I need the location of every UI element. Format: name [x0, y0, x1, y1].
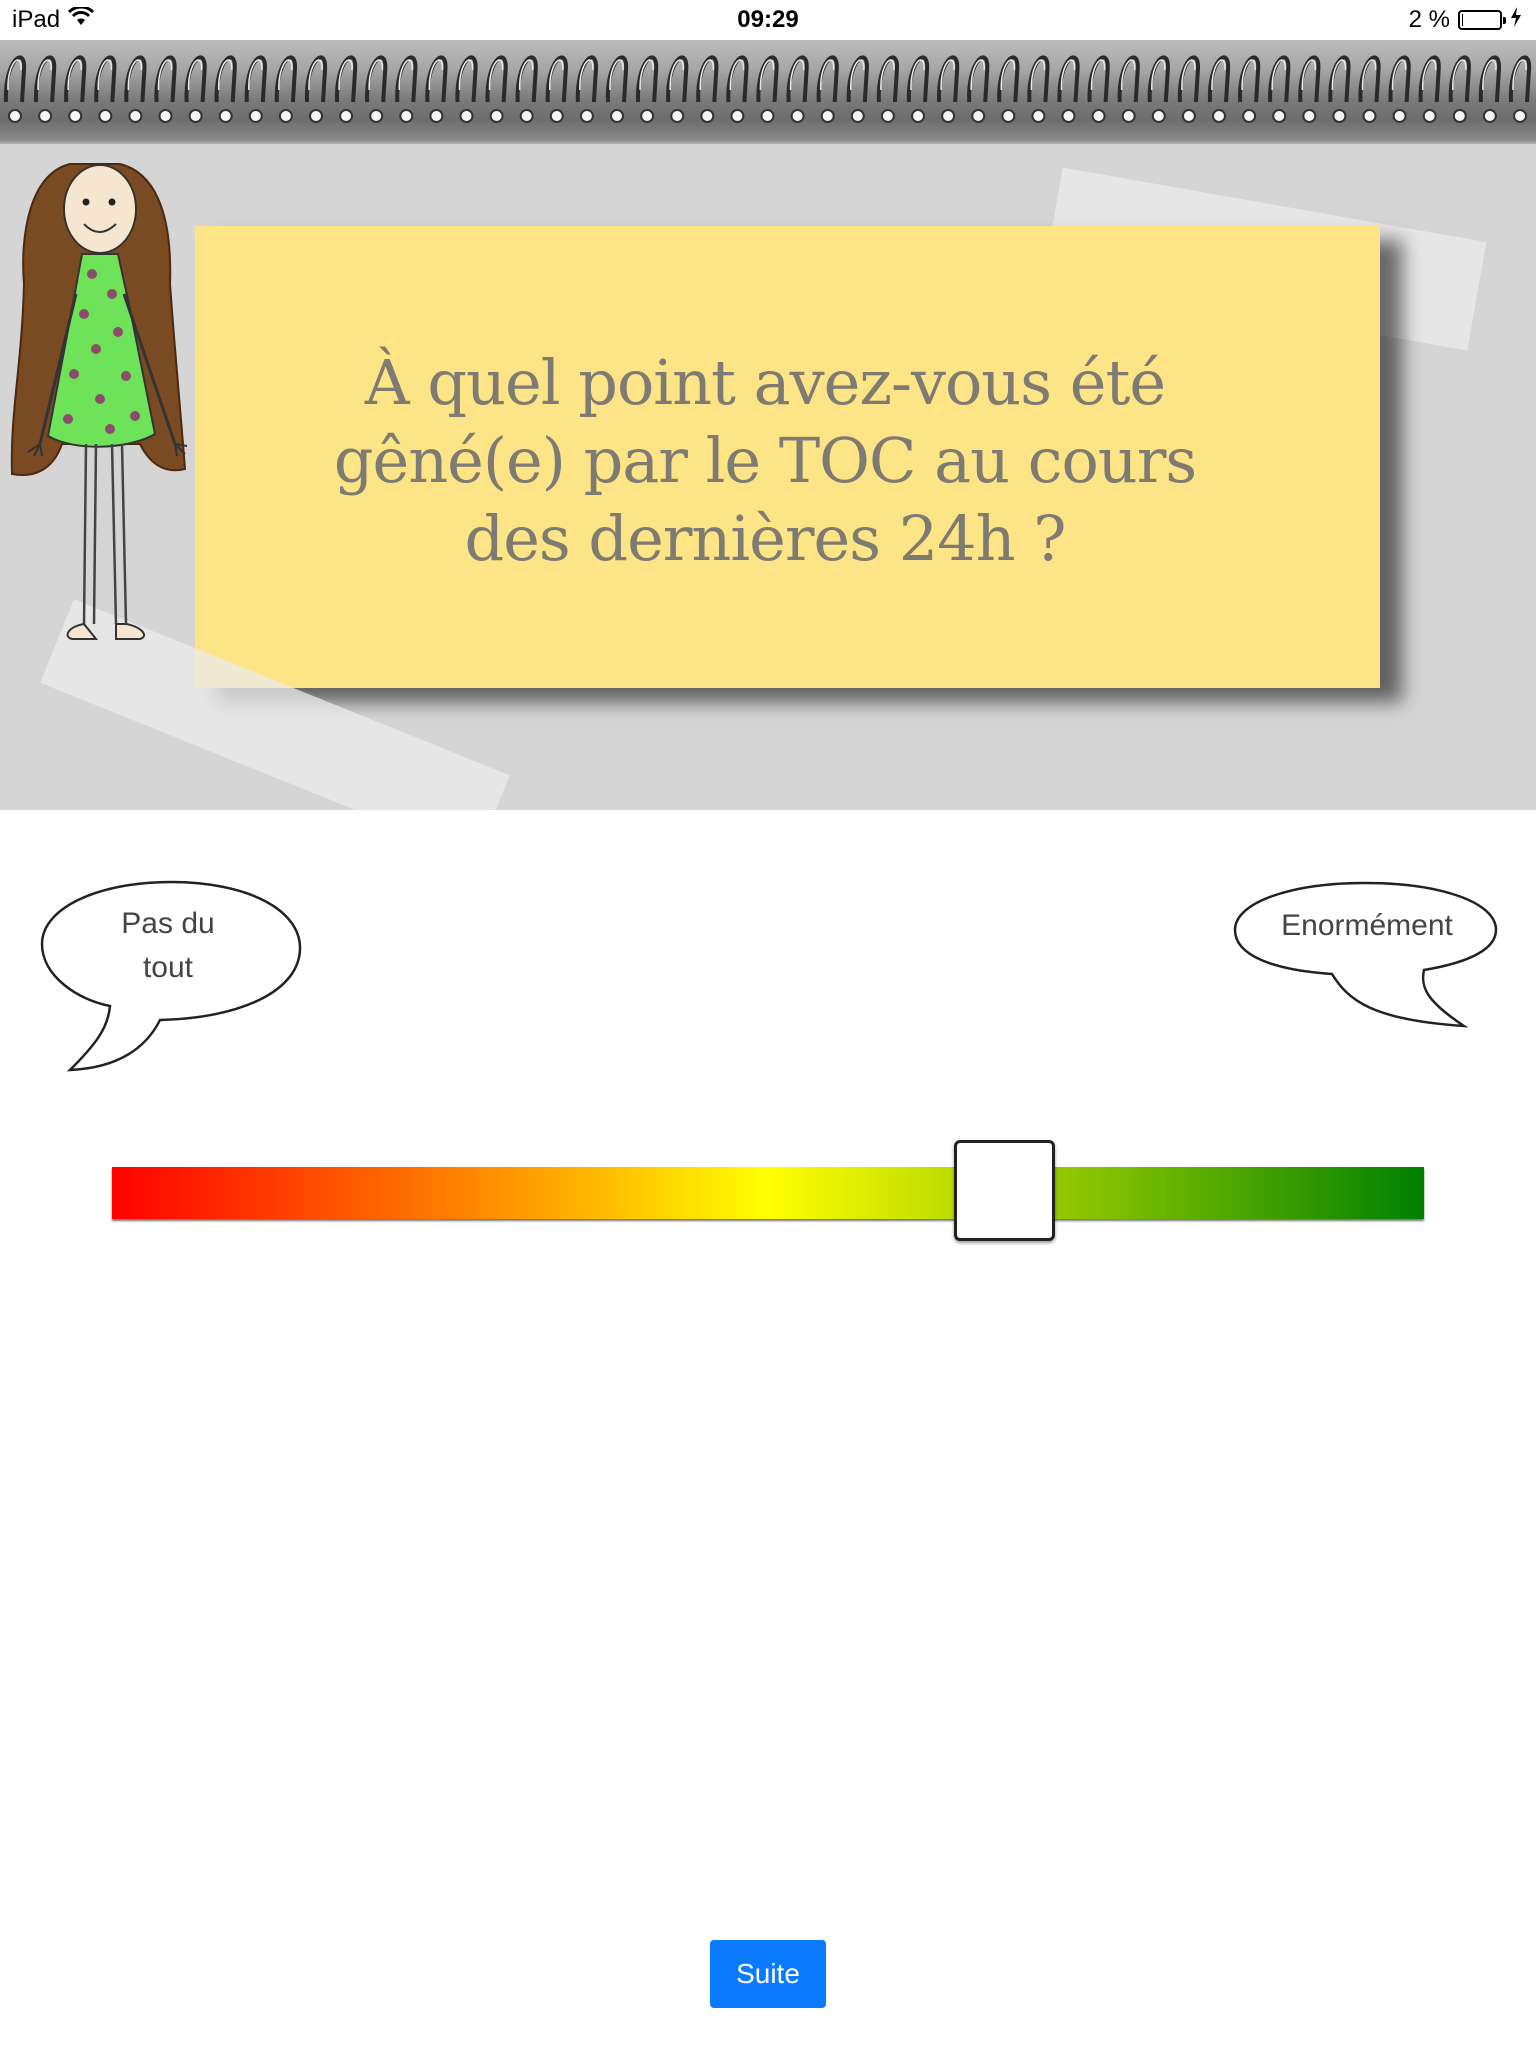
spiral-hole: [820, 109, 835, 123]
spiral-hole: [579, 109, 594, 123]
battery-icon: [1458, 10, 1506, 30]
spiral-hole: [850, 109, 865, 123]
spiral-hole: [519, 109, 534, 123]
spiral-hole: [1422, 109, 1437, 123]
question-scene: À quel point avez-vous été gêné(e) par l…: [0, 144, 1536, 810]
spiral-hole: [98, 109, 113, 123]
scale-min-label-line-1: Pas du: [121, 907, 215, 940]
spiral-hole: [339, 109, 354, 123]
spiral-hole: [1452, 109, 1467, 123]
spiral-hole: [760, 109, 775, 123]
spiral-hole: [429, 109, 444, 123]
spiral-hole: [1151, 109, 1166, 123]
question-text: À quel point avez-vous été gêné(e) par l…: [250, 344, 1280, 578]
spiral-hole: [549, 109, 564, 123]
severity-slider-thumb[interactable]: [954, 1140, 1055, 1241]
spiral-hole: [489, 109, 504, 123]
spiral-hole: [459, 109, 474, 123]
spiral-hole: [8, 109, 22, 123]
spiral-hole: [880, 109, 895, 123]
battery-percent: 2 %: [1408, 6, 1450, 33]
spiral-rings: [3, 55, 1532, 123]
spiral-hole: [1061, 109, 1076, 123]
question-line-1: À quel point avez-vous été: [364, 346, 1166, 419]
question-line-2: gêné(e) par le TOC au cours: [333, 424, 1197, 497]
spiral-hole: [1091, 109, 1106, 123]
severity-slider-track[interactable]: [112, 1167, 1424, 1219]
spiral-hole: [911, 109, 925, 123]
spiral-hole: [278, 109, 293, 123]
spiral-hole: [1121, 109, 1136, 123]
status-bar: iPad 09:29 2 %: [0, 0, 1536, 40]
spiral-hole: [399, 109, 414, 123]
spiral-hole: [670, 109, 685, 123]
spiral-hole: [1242, 109, 1257, 123]
spiral-hole: [700, 109, 715, 123]
question-line-3: des dernières 24h ?: [464, 502, 1067, 575]
status-time: 09:29: [737, 6, 799, 33]
spiral-hole: [1212, 109, 1226, 123]
spiral-hole: [1001, 109, 1016, 123]
spiral-binding: [0, 40, 1536, 144]
spiral-hole: [1031, 109, 1046, 123]
spiral-hole: [1302, 109, 1317, 123]
status-right: 2 %: [1409, 6, 1522, 34]
scale-min-label-line-2: tout: [142, 951, 194, 984]
spiral-hole: [309, 109, 323, 123]
spiral-hole: [1332, 109, 1347, 123]
speech-bubble-min: Pas du tout: [38, 878, 308, 1078]
spiral-hole: [1513, 109, 1527, 123]
girl-illustration: [10, 163, 188, 640]
spiral-hole: [971, 109, 986, 123]
spiral-hole: [248, 109, 263, 123]
spiral-hole: [790, 109, 805, 123]
spiral-hole: [730, 109, 745, 123]
spiral-hole: [128, 109, 143, 123]
spiral-hole: [1272, 109, 1287, 123]
spiral-hole: [38, 109, 53, 123]
next-button[interactable]: Suite: [710, 1940, 826, 2008]
speech-bubble-max-shape: [1233, 881, 1498, 1028]
spiral-hole: [158, 109, 173, 123]
scale-max-label: Enormément: [1281, 909, 1453, 942]
spiral-hole: [188, 109, 203, 123]
spiral-hole: [941, 109, 956, 123]
charging-icon: [1510, 6, 1522, 34]
spiral-hole: [369, 109, 384, 123]
spiral-hole: [1362, 109, 1377, 123]
spiral-hole: [218, 109, 233, 123]
spiral-hole: [610, 109, 624, 123]
spiral-hole: [640, 109, 655, 123]
spiral-hole: [1392, 109, 1407, 123]
spiral-hole: [1482, 109, 1497, 123]
speech-bubble-max: Enormément: [1232, 880, 1502, 1030]
spiral-hole: [1181, 109, 1196, 123]
spiral-hole: [68, 109, 83, 123]
